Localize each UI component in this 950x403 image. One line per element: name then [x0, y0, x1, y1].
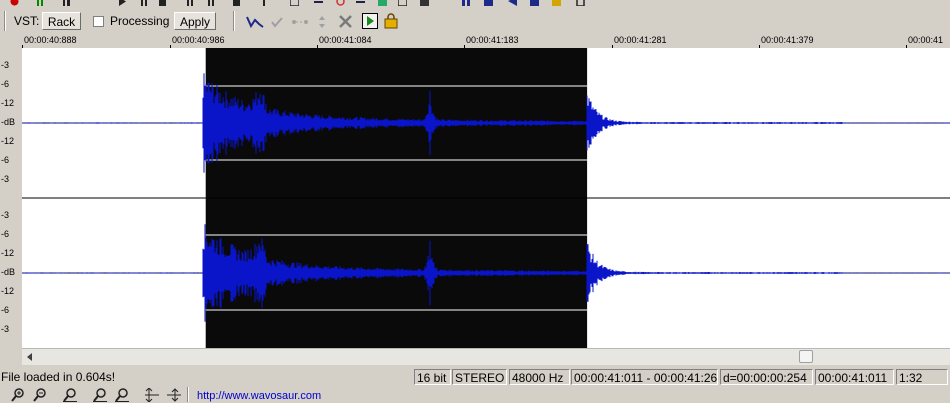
silence-icon[interactable]	[552, 0, 561, 6]
forward-icon[interactable]	[186, 0, 195, 6]
end-icon[interactable]	[207, 0, 216, 6]
db-label: -6	[1, 79, 10, 89]
zoom-fit-icon[interactable]	[166, 388, 182, 402]
toolbar-separator	[233, 11, 235, 31]
normalize-icon[interactable]	[356, 0, 365, 6]
zoom-out-icon[interactable]	[32, 388, 48, 402]
link-points-icon[interactable]	[291, 15, 309, 29]
db-label: -3	[1, 174, 10, 184]
zoom-selection-icon[interactable]	[62, 388, 78, 402]
apply-button[interactable]: Apply	[174, 12, 216, 30]
skip-icon[interactable]	[140, 0, 149, 6]
status-message: File loaded in 0.604s!	[1, 370, 116, 384]
cut-icon[interactable]	[462, 0, 471, 6]
db-label: -dB	[1, 117, 16, 127]
vst-toolbar: VST: Rack Processing Apply	[0, 8, 950, 35]
scroll-left-icon[interactable]	[26, 352, 34, 362]
waveform-view[interactable]	[22, 48, 950, 348]
toolbar-separator	[187, 387, 189, 402]
vst-label: VST:	[14, 14, 40, 28]
loop-icon[interactable]	[158, 0, 167, 6]
duration-field: d=00:00:00:254	[720, 369, 813, 385]
sample-rate-field: 48000 Hz	[509, 369, 570, 385]
db-label: -6	[1, 155, 10, 165]
cursor-time-field: 00:00:41:011	[815, 369, 894, 385]
delete-icon[interactable]	[576, 0, 585, 6]
export-icon[interactable]	[378, 0, 387, 6]
timeline-label: 00:00:41:183	[466, 35, 519, 45]
db-label: -12	[1, 286, 15, 296]
waveform-canvas[interactable]	[22, 48, 950, 348]
list-icon[interactable]	[314, 0, 323, 6]
website-link[interactable]: http://www.wavosaur.com	[197, 389, 321, 403]
timeline-ruler[interactable]: 00:00:40:888 00:00:40:986 00:00:41:084 0…	[0, 34, 950, 49]
scroll-thumb[interactable]	[799, 350, 813, 363]
timeline-label: 00:00:41	[908, 35, 944, 45]
db-label: -12	[1, 98, 15, 108]
close-icon[interactable]	[338, 14, 353, 29]
db-label: -6	[1, 229, 10, 239]
timeline-label: 00:00:41:379	[761, 35, 814, 45]
toolbar-separator	[4, 11, 6, 31]
effects-icon[interactable]	[420, 0, 429, 6]
db-label: -12	[1, 136, 15, 146]
timeline-label: 00:00:40:986	[172, 35, 225, 45]
settings-icon[interactable]	[398, 0, 407, 6]
status-bar: File loaded in 0.604s! 16 bit STEREO 480…	[0, 367, 950, 387]
region-icon[interactable]	[262, 0, 271, 6]
main-toolbar	[0, 0, 950, 8]
zoom-in-vertical-icon[interactable]	[92, 388, 108, 402]
horizontal-scrollbar[interactable]	[22, 348, 950, 365]
timeline-label: 00:00:40:888	[24, 35, 77, 45]
rack-button[interactable]: Rack	[42, 12, 81, 30]
pause-icon[interactable]	[36, 0, 45, 6]
check-icon[interactable]	[270, 15, 284, 29]
timeline-label: 00:00:41:281	[614, 35, 667, 45]
record-icon[interactable]	[62, 0, 71, 6]
timeline-label: 00:00:41:084	[319, 35, 372, 45]
paste-icon[interactable]	[508, 0, 517, 6]
db-label: -dB	[1, 267, 16, 277]
zoom-ratio-field: 1:32	[896, 369, 948, 385]
trim-icon[interactable]	[530, 0, 539, 6]
channels-field: STEREO	[452, 369, 507, 385]
lock-icon[interactable]	[384, 13, 398, 29]
db-ruler: -3 -6 -12 -dB -12 -6 -3 -3 -6 -12 -dB -1…	[0, 48, 23, 348]
db-label: -3	[1, 210, 10, 220]
copy-icon[interactable]	[484, 0, 493, 6]
play-selection-icon[interactable]	[362, 13, 378, 29]
selection-range-field: 00:00:41:011 - 00:00:41:265	[571, 369, 718, 385]
processing-checkbox[interactable]	[93, 16, 104, 27]
play-icon[interactable]	[118, 0, 127, 6]
undo-icon[interactable]	[336, 0, 345, 6]
stop-icon[interactable]	[10, 0, 19, 6]
envelope-icon[interactable]	[246, 15, 264, 29]
document-icon[interactable]	[290, 0, 299, 6]
db-label: -12	[1, 248, 15, 258]
zoom-toolbar: http://www.wavosaur.com	[0, 387, 950, 402]
zoom-in-icon[interactable]	[10, 388, 26, 402]
db-label: -6	[1, 305, 10, 315]
marker-icon[interactable]	[232, 0, 241, 6]
zoom-full-icon[interactable]	[144, 388, 160, 402]
vertical-move-icon[interactable]	[316, 15, 328, 29]
db-label: -3	[1, 324, 10, 334]
processing-label: Processing	[110, 14, 170, 28]
zoom-out-vertical-icon[interactable]	[114, 388, 130, 402]
db-label: -3	[1, 60, 10, 70]
bit-depth-field: 16 bit	[414, 369, 451, 385]
